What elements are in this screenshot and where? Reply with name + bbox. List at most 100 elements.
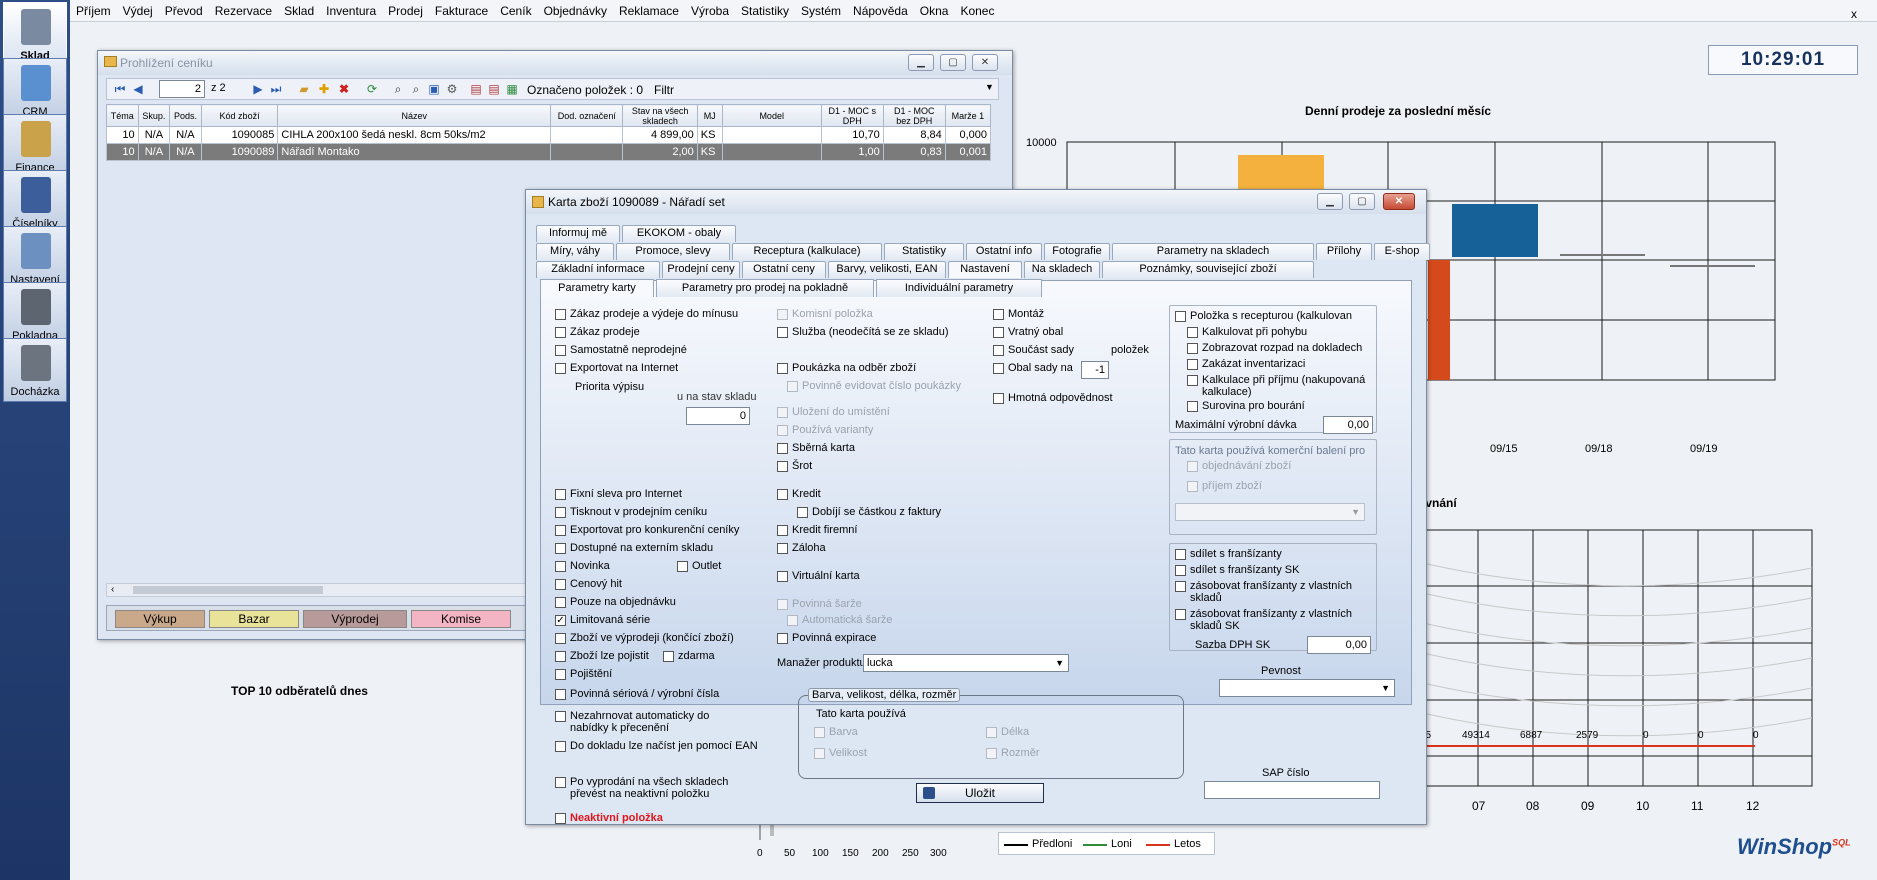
sidebar-item-sklad[interactable]: Sklad: [3, 2, 67, 66]
menu-item-objednavky[interactable]: Objednávky: [538, 0, 613, 19]
column-header-d1-moc-s-dph[interactable]: D1 - MOC s DPH: [820, 104, 884, 127]
open-icon[interactable]: ▰: [297, 82, 311, 96]
column-header-marze-1[interactable]: Marže 1: [944, 104, 992, 127]
next-page-icon[interactable]: ▶: [251, 82, 265, 96]
checkbox-box[interactable]: [777, 309, 788, 320]
scroll-left-icon[interactable]: ‹: [111, 584, 114, 595]
category-vyprodej-button[interactable]: Výprodej: [303, 610, 407, 628]
refresh-icon[interactable]: ⟳: [365, 82, 379, 96]
checkbox-box[interactable]: [555, 597, 566, 608]
checkbox-box[interactable]: [777, 461, 788, 472]
prev-page-icon[interactable]: ◀: [131, 82, 145, 96]
menu-item-reklamace[interactable]: Reklamace: [613, 0, 685, 19]
column-header-d1-moc-bez-dph[interactable]: D1 - MOC bez DPH: [882, 104, 946, 127]
menu-item-system[interactable]: Systém: [795, 0, 847, 19]
checkbox-box[interactable]: [555, 777, 566, 788]
max-batch-input[interactable]: 0,00: [1323, 416, 1373, 434]
vat-sk-input[interactable]: 0,00: [1307, 636, 1371, 654]
checkbox-box[interactable]: [1175, 581, 1186, 592]
menu-item-rezervace[interactable]: Rezervace: [209, 0, 278, 19]
menu-item-vydej[interactable]: Výdej: [117, 0, 159, 19]
column-header-pods[interactable]: Pods.: [169, 104, 202, 127]
checkbox-box[interactable]: [663, 651, 674, 662]
sidebar-item-pokladna[interactable]: Pokladna: [3, 282, 67, 346]
checkbox-box[interactable]: [555, 309, 566, 320]
tab-ostatni-info[interactable]: Ostatní info: [966, 243, 1042, 260]
close-button[interactable]: ✕: [972, 54, 998, 71]
menu-item-prodej[interactable]: Prodej: [382, 0, 429, 19]
tab-informuj-me[interactable]: Informuj mě: [536, 225, 620, 242]
checkbox-box[interactable]: [677, 561, 688, 572]
table-row[interactable]: 10 N/A N/A 1090085 CIHLA 200x100 šedá neskl.…: [106, 126, 992, 144]
checkbox-box[interactable]: [555, 525, 566, 536]
column-header-model[interactable]: Model: [721, 104, 822, 127]
scrollbar-thumb[interactable]: [133, 586, 323, 594]
checkbox-box[interactable]: [1175, 609, 1186, 620]
checkbox-box[interactable]: [797, 507, 808, 518]
column-header-kod-zbozi[interactable]: Kód zboží: [200, 104, 279, 127]
export-excel-icon[interactable]: ▦: [505, 82, 519, 96]
category-bazar-button[interactable]: Bazar: [209, 610, 299, 628]
sap-number-input[interactable]: [1204, 781, 1380, 799]
checkbox-box[interactable]: [986, 727, 997, 738]
checkbox-box[interactable]: [1187, 401, 1198, 412]
tab-individualni-parametry[interactable]: Individuální parametry: [876, 279, 1042, 297]
menu-item-sklad[interactable]: Sklad: [278, 0, 320, 19]
menu-item-vyroba[interactable]: Výroba: [685, 0, 735, 19]
category-komise-button[interactable]: Komise: [411, 610, 511, 628]
settings-gear-icon[interactable]: ⚙: [445, 82, 459, 96]
sidebar-item-crm[interactable]: CRM: [3, 58, 67, 122]
checkbox-box[interactable]: [1187, 481, 1198, 492]
checkbox-box[interactable]: [1187, 359, 1198, 370]
tab-fotografie[interactable]: Fotografie: [1044, 243, 1110, 260]
checkbox-box[interactable]: [555, 489, 566, 500]
checkbox-box[interactable]: [777, 327, 788, 338]
checkbox-box[interactable]: [777, 525, 788, 536]
checkbox-box[interactable]: [555, 741, 566, 752]
menu-item-cenik[interactable]: Ceník: [494, 0, 537, 19]
tab-prilohy[interactable]: Přílohy: [1316, 243, 1372, 260]
tab-prodejni-ceny[interactable]: Prodejní ceny: [662, 261, 740, 278]
checkbox-box[interactable]: [555, 651, 566, 662]
menu-item-okna[interactable]: Okna: [914, 0, 955, 19]
checkbox-box[interactable]: ✓: [555, 615, 566, 626]
checkbox-box[interactable]: [814, 748, 825, 759]
packaging-select[interactable]: ▼: [1175, 503, 1365, 521]
sidebar-item-dochazka[interactable]: Docházka: [3, 338, 67, 402]
column-header-nazev[interactable]: Název: [277, 104, 552, 127]
last-page-icon[interactable]: ⏭: [269, 82, 283, 96]
checkbox-box[interactable]: [555, 507, 566, 518]
checkbox-box[interactable]: [777, 599, 788, 610]
checkbox-box[interactable]: [555, 813, 566, 824]
tab-nastaveni[interactable]: Nastavení: [948, 261, 1022, 278]
tab-parametry-karty[interactable]: Parametry karty: [540, 279, 654, 297]
page-number-input[interactable]: 2: [159, 80, 205, 98]
print-preview-icon[interactable]: ▤: [469, 82, 483, 96]
checkbox-box[interactable]: [777, 571, 788, 582]
checkbox-box[interactable]: [1187, 461, 1198, 472]
checkbox-box[interactable]: [993, 345, 1004, 356]
sidebar-item-nastaveni[interactable]: Nastavení: [3, 226, 67, 290]
tab-miry-vahy[interactable]: Míry, váhy: [536, 243, 614, 260]
menu-item-statistiky[interactable]: Statistiky: [735, 0, 795, 19]
checkbox-box[interactable]: [777, 489, 788, 500]
tab-zakladni-informace[interactable]: Základní informace: [536, 261, 660, 278]
tab-poznamky-souvisejici-zbozi[interactable]: Poznámky, související zboží: [1102, 261, 1314, 278]
delete-icon[interactable]: ✖: [337, 82, 351, 96]
column-header-skup[interactable]: Skup.: [137, 104, 171, 127]
checkbox-box[interactable]: [777, 407, 788, 418]
checkbox-box[interactable]: [1187, 375, 1198, 386]
first-page-icon[interactable]: ⏮: [113, 82, 127, 96]
menu-close-button[interactable]: x: [1845, 3, 1863, 22]
strength-select[interactable]: ▼: [1219, 679, 1395, 697]
tab-promoce-slevy[interactable]: Promoce, slevy: [616, 243, 730, 260]
sidebar-item-finance[interactable]: Finance: [3, 114, 67, 178]
close-button[interactable]: ✕: [1383, 193, 1415, 210]
category-vykup-button[interactable]: Výkup: [115, 610, 205, 628]
checkbox-box[interactable]: [777, 543, 788, 554]
checkbox-box[interactable]: [986, 748, 997, 759]
tab-ekokom-obaly[interactable]: EKOKOM - obaly: [622, 225, 736, 242]
checkbox-box[interactable]: [993, 309, 1004, 320]
checkbox-box[interactable]: [777, 443, 788, 454]
checkbox-box[interactable]: [1175, 549, 1186, 560]
